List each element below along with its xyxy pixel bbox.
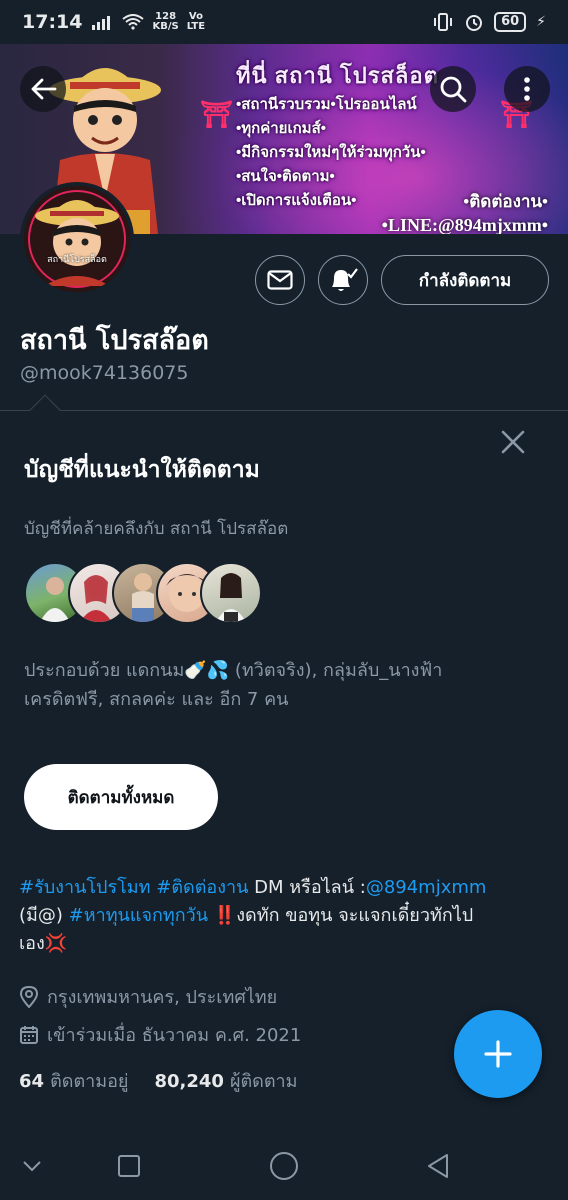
profile-joined-date: เข้าร่วมเมื่อ ธันวาคม ค.ศ. 2021 [19,1020,301,1049]
status-bar: 17:14 128 KB/S Vo LTE 60 ⚡ [0,0,568,44]
avatar-caption: สถานีโปรสล็อต [47,255,107,265]
plus-icon [484,1040,512,1068]
following-count: 64 [19,1071,45,1092]
bio-text: เอง💢 [19,933,68,954]
banner-headline: ที่นี่ สถานี โปรสล็อต [236,63,439,88]
more-vertical-icon [524,77,530,101]
followers-count: 80,240 [154,1071,224,1092]
vibrate-icon [434,13,453,31]
message-button[interactable] [255,255,305,305]
nav-back-button[interactable] [418,1146,458,1186]
bio-line: เอง💢 [19,930,549,958]
profile-stats: 64 ติดตามอยู่ 80,240 ผู้ติดตาม [19,1066,298,1095]
notifications-button[interactable] [318,255,368,305]
search-button[interactable] [430,66,476,112]
more-options-button[interactable] [504,66,550,112]
hashtag-link[interactable]: #หาทุนแจกทุกวัน [69,905,208,926]
banner-line: •สถานีรวบรวม•โปรออนไลน์ [236,96,417,113]
profile-bio: #รับงานโปรโมท #ติดต่องาน DM หรือไลน์ :@8… [19,874,549,958]
profile-location: กรุงเทพมหานคร, ประเทศไทย [19,982,277,1011]
suggestions-description: ประกอบด้วย แดกนม🍼💦 (ทวิตจริง), กลุ่มลับ_… [24,656,544,714]
hashtag-link[interactable]: #ติดต่องาน [156,877,248,898]
banner-contact: •ติดต่องาน• •LINE:@894mjxmm• [382,188,548,234]
system-navigation-bar [0,1124,568,1200]
compose-tweet-button[interactable] [454,1010,542,1098]
profile-name: สถานี โปรสล๊อต [20,325,209,356]
suggestions-description-line: ประกอบด้วย แดกนม🍼💦 (ทวิตจริง), กลุ่มลับ_… [24,660,443,681]
profile-handle: @mook74136075 [20,362,189,384]
nav-home-button[interactable] [264,1146,304,1186]
followers-label: ผู้ติดตาม [229,1071,298,1092]
chevron-down-icon [23,1161,41,1172]
avatar[interactable]: สถานีโปรสล็อต [20,182,134,296]
location-text: กรุงเทพมหานคร, ประเทศไทย [47,987,278,1008]
alarm-icon [466,15,483,31]
torii-icon: ⛩ [200,100,234,130]
square-icon [118,1155,140,1177]
location-pin-icon [19,985,39,1008]
bio-text: DM หรือไลน์ : [248,877,366,898]
status-indicators: 128 KB/S Vo LTE [92,12,205,32]
bell-check-icon [332,268,358,291]
circle-icon [270,1152,298,1180]
suggestions-description-line: เครดิตฟรี, สกลคค่ะ และ อีก 7 คน [24,689,289,710]
suggestion-pointer [29,394,61,426]
calendar-icon [20,1025,38,1044]
bio-text: ‼️งดทัก ขอทุน จะแจกเดี๋ยวทักไป [208,905,474,926]
volte-indicator: Vo LTE [186,11,206,32]
bio-line: (มี@) #หาทุนแจกทุกวัน ‼️งดทัก ขอทุน จะแจ… [19,902,549,930]
search-icon [440,76,467,103]
back-arrow-icon [31,78,57,100]
bio-line: #รับงานโปรโมท #ติดต่องาน DM หรือไลน์ :@8… [19,874,549,902]
suggestions-title: บัญชีที่แนะนำให้ติดตาม [24,457,260,483]
battery-indicator: 60 [494,12,527,32]
hashtag-link[interactable]: #รับงานโปรโมท [19,877,151,898]
signal-icon [92,16,111,30]
dismiss-suggestions-button[interactable] [495,424,531,460]
banner-line: •สนใจ•ติดตาม• [236,168,335,185]
charging-icon: ⚡ [536,14,546,30]
nav-recents-button[interactable] [109,1146,149,1186]
banner-line: •ทุกค่ายเกมส์• [236,120,326,137]
following-button[interactable]: กำลังติดตาม [381,255,549,305]
banner-contact-label: •ติดต่องาน• [463,192,548,211]
joined-text: เข้าร่วมเมื่อ ธันวาคม ค.ศ. 2021 [47,1025,302,1046]
back-button[interactable] [20,66,66,112]
following-label: ติดตามอยู่ [50,1071,129,1092]
status-time: 17:14 [22,11,83,33]
profile-avatar-image [24,186,130,292]
follow-all-button[interactable]: ติดตามทั้งหมด [24,764,218,830]
followers-stat[interactable]: 80,240 ผู้ติดตาม [154,1066,297,1095]
status-right: 60 ⚡ [432,12,546,32]
triangle-back-icon [428,1154,448,1178]
banner-contact-line: •LINE:@894mjxmm• [381,215,548,234]
following-stat[interactable]: 64 ติดตามอยู่ [19,1066,128,1095]
banner-line: •มีกิจกรรมใหม่ๆให้ร่วมทุกวัน• [236,144,426,161]
net-speed: 128 KB/S [152,11,179,32]
wifi-icon [122,14,145,30]
divider [0,410,568,411]
nav-collapse-button[interactable] [12,1146,52,1186]
suggested-avatar[interactable] [200,562,262,624]
close-icon [501,430,525,454]
suggestions-subtitle: บัญชีที่คล้ายคลึงกับ สถานี โปรสล๊อต [24,519,289,539]
bio-text: (มี@) [19,905,69,926]
mail-icon [267,270,293,290]
mention-link[interactable]: @894mjxmm [366,877,487,898]
